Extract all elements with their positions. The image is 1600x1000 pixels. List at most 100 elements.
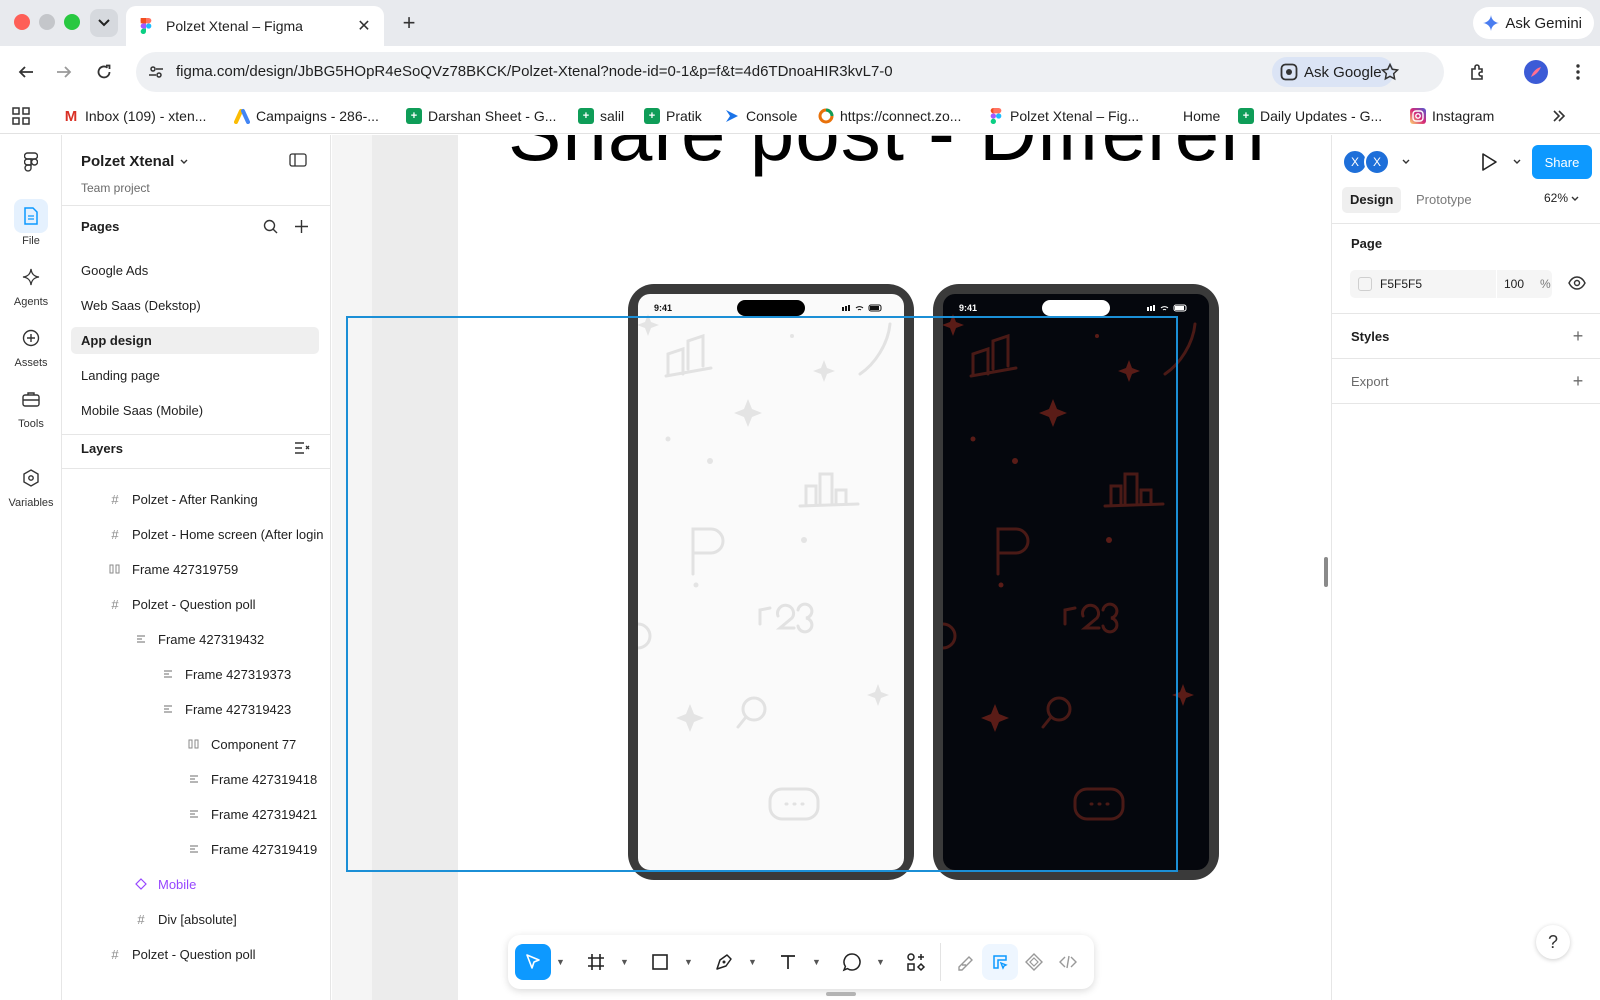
more-bookmarks-icon[interactable] bbox=[1552, 106, 1566, 126]
tab-search-button[interactable] bbox=[90, 9, 118, 37]
layer-row[interactable]: # Polzet - Question poll bbox=[108, 592, 255, 616]
url-text[interactable]: figma.com/design/JbBG5HOpR4eSoQVz78BKCK/… bbox=[176, 63, 893, 80]
canvas-heading-text[interactable]: Share post - Differen bbox=[508, 135, 1266, 179]
page-item[interactable]: Mobile Saas (Mobile) bbox=[71, 397, 319, 424]
close-tab-icon[interactable]: ✕ bbox=[356, 18, 372, 35]
bookmark-darshan-sheet[interactable]: + Darshan Sheet - G... bbox=[406, 106, 556, 126]
layer-row[interactable]: Component 77 bbox=[187, 732, 296, 756]
layer-row[interactable]: # Polzet - Home screen (After login bbox=[108, 522, 323, 546]
bookmark-star-icon[interactable] bbox=[1381, 63, 1399, 81]
add-export-plus-icon[interactable]: + bbox=[1570, 372, 1586, 390]
chevron-down-icon[interactable]: ▼ bbox=[684, 957, 693, 967]
selection-box[interactable] bbox=[346, 316, 1178, 872]
frame-tool-button[interactable] bbox=[578, 944, 614, 980]
text-tool-button[interactable] bbox=[770, 944, 806, 980]
chevron-down-icon[interactable] bbox=[1513, 159, 1521, 165]
layer-row-component[interactable]: Mobile bbox=[134, 872, 196, 896]
rail-variables-button[interactable]: Variables bbox=[0, 461, 62, 509]
collaborator-avatar[interactable]: X bbox=[1364, 149, 1390, 175]
ask-google-button[interactable]: Ask Google bbox=[1272, 57, 1394, 87]
layer-row[interactable]: Frame 427319421 bbox=[187, 802, 317, 826]
rail-assets-button[interactable]: Assets bbox=[0, 321, 62, 369]
dev-mode-button[interactable] bbox=[1050, 944, 1086, 980]
tab-prototype[interactable]: Prototype bbox=[1408, 187, 1480, 213]
sidebar-toggle-icon[interactable] bbox=[289, 153, 307, 167]
layer-row[interactable]: # Polzet - Question poll bbox=[108, 942, 255, 966]
plus-icon[interactable]: + bbox=[396, 10, 422, 36]
chevron-down-icon[interactable]: ▼ bbox=[748, 957, 757, 967]
chevron-down-icon[interactable]: ▼ bbox=[876, 957, 885, 967]
browser-tab-figma[interactable]: Polzet Xtenal – Figma ✕ bbox=[126, 6, 384, 46]
page-fill-row[interactable]: F5F5F5 100 % bbox=[1350, 270, 1552, 298]
bookmark-pratik[interactable]: + Pratik bbox=[644, 106, 702, 126]
more-menu-icon[interactable] bbox=[1564, 58, 1592, 86]
actions-button[interactable] bbox=[898, 944, 934, 980]
add-style-plus-icon[interactable]: + bbox=[1570, 327, 1586, 345]
forward-arrow-icon[interactable] bbox=[50, 58, 78, 86]
fill-opacity-input[interactable]: 100 bbox=[1504, 277, 1524, 291]
bookmark-polzet-figma[interactable]: Polzet Xtenal – Fig... bbox=[988, 106, 1139, 126]
layer-row[interactable]: Frame 427319419 bbox=[187, 837, 317, 861]
fill-color-swatch[interactable] bbox=[1358, 277, 1372, 291]
rail-agents-button[interactable]: Agents bbox=[0, 260, 62, 308]
move-tool-button[interactable] bbox=[515, 944, 551, 980]
extensions-icon[interactable] bbox=[1464, 58, 1492, 86]
page-item[interactable]: Web Saas (Dekstop) bbox=[71, 292, 319, 319]
pen-tool-button[interactable] bbox=[706, 944, 742, 980]
maximize-window-button[interactable] bbox=[64, 14, 80, 30]
chevron-down-icon[interactable] bbox=[1402, 159, 1410, 165]
design-mode-button[interactable] bbox=[982, 944, 1018, 980]
rail-tools-button[interactable]: Tools bbox=[0, 382, 62, 430]
bookmark-zoho-connect[interactable]: https://connect.zo... bbox=[818, 106, 961, 126]
search-icon[interactable] bbox=[263, 219, 278, 234]
bookmark-home[interactable]: Home bbox=[1183, 106, 1220, 126]
layer-row[interactable]: Frame 427319432 bbox=[134, 627, 264, 651]
zoom-dropdown[interactable]: 62% bbox=[1544, 191, 1579, 205]
page-item[interactable]: Google Ads bbox=[71, 257, 319, 284]
bookmark-daily-updates[interactable]: + Daily Updates - G... bbox=[1238, 106, 1382, 126]
layer-row[interactable]: Frame 427319418 bbox=[187, 767, 317, 791]
comment-tool-button[interactable] bbox=[834, 944, 870, 980]
canvas-scrollbar[interactable] bbox=[1324, 557, 1328, 587]
share-button[interactable]: Share bbox=[1532, 145, 1592, 179]
layer-row[interactable]: # Polzet - After Ranking bbox=[108, 487, 257, 511]
fill-hex-input[interactable]: F5F5F5 bbox=[1380, 277, 1422, 291]
ask-gemini-button[interactable]: Ask Gemini bbox=[1473, 7, 1594, 39]
page-item[interactable]: Landing page bbox=[71, 362, 319, 389]
bookmark-campaigns[interactable]: Campaigns - 286-... bbox=[234, 106, 379, 126]
site-settings-icon[interactable] bbox=[148, 64, 164, 80]
help-button[interactable]: ? bbox=[1536, 925, 1570, 959]
project-name-button[interactable]: Polzet Xtenal bbox=[81, 153, 188, 170]
reload-icon[interactable] bbox=[90, 58, 118, 86]
chevron-down-icon[interactable]: ▼ bbox=[812, 957, 821, 967]
canvas-resize-handle[interactable] bbox=[826, 992, 856, 996]
figma-menu-button[interactable] bbox=[0, 145, 62, 181]
bookmark-instagram[interactable]: Instagram bbox=[1410, 106, 1494, 126]
page-item-active[interactable]: App design bbox=[71, 327, 319, 354]
layer-row[interactable]: # Div [absolute] bbox=[134, 907, 236, 931]
close-window-button[interactable] bbox=[14, 14, 30, 30]
layer-row[interactable]: Frame 427319373 bbox=[161, 662, 291, 686]
profile-avatar[interactable] bbox=[1522, 58, 1550, 86]
rectangle-tool-button[interactable] bbox=[642, 944, 678, 980]
design-canvas[interactable]: Share post - Differen 9:41 bbox=[332, 135, 1331, 1000]
layers-filter-icon[interactable] bbox=[294, 441, 310, 455]
tab-design[interactable]: Design bbox=[1342, 187, 1402, 213]
back-arrow-icon[interactable] bbox=[12, 58, 40, 86]
chevron-down-icon[interactable]: ▼ bbox=[620, 957, 629, 967]
bookmark-inbox[interactable]: M Inbox (109) - xten... bbox=[63, 106, 206, 126]
apps-icon[interactable] bbox=[12, 106, 30, 126]
bookmark-salil[interactable]: + salil bbox=[578, 106, 624, 126]
dev-component-button[interactable] bbox=[1016, 944, 1052, 980]
address-bar[interactable]: figma.com/design/JbBG5HOpR4eSoQVz78BKCK/… bbox=[136, 52, 1444, 92]
bookmark-console[interactable]: Console bbox=[724, 106, 797, 126]
minimize-window-button[interactable] bbox=[39, 14, 55, 30]
layer-row[interactable]: Frame 427319759 bbox=[108, 557, 238, 581]
eye-icon[interactable] bbox=[1568, 276, 1586, 290]
chevron-down-icon[interactable]: ▼ bbox=[556, 957, 565, 967]
layer-row[interactable]: Frame 427319423 bbox=[161, 697, 291, 721]
add-page-plus-icon[interactable] bbox=[294, 219, 309, 234]
draw-mode-button[interactable] bbox=[948, 944, 984, 980]
present-play-icon[interactable] bbox=[1480, 152, 1498, 172]
rail-file-button[interactable]: File bbox=[0, 199, 62, 247]
